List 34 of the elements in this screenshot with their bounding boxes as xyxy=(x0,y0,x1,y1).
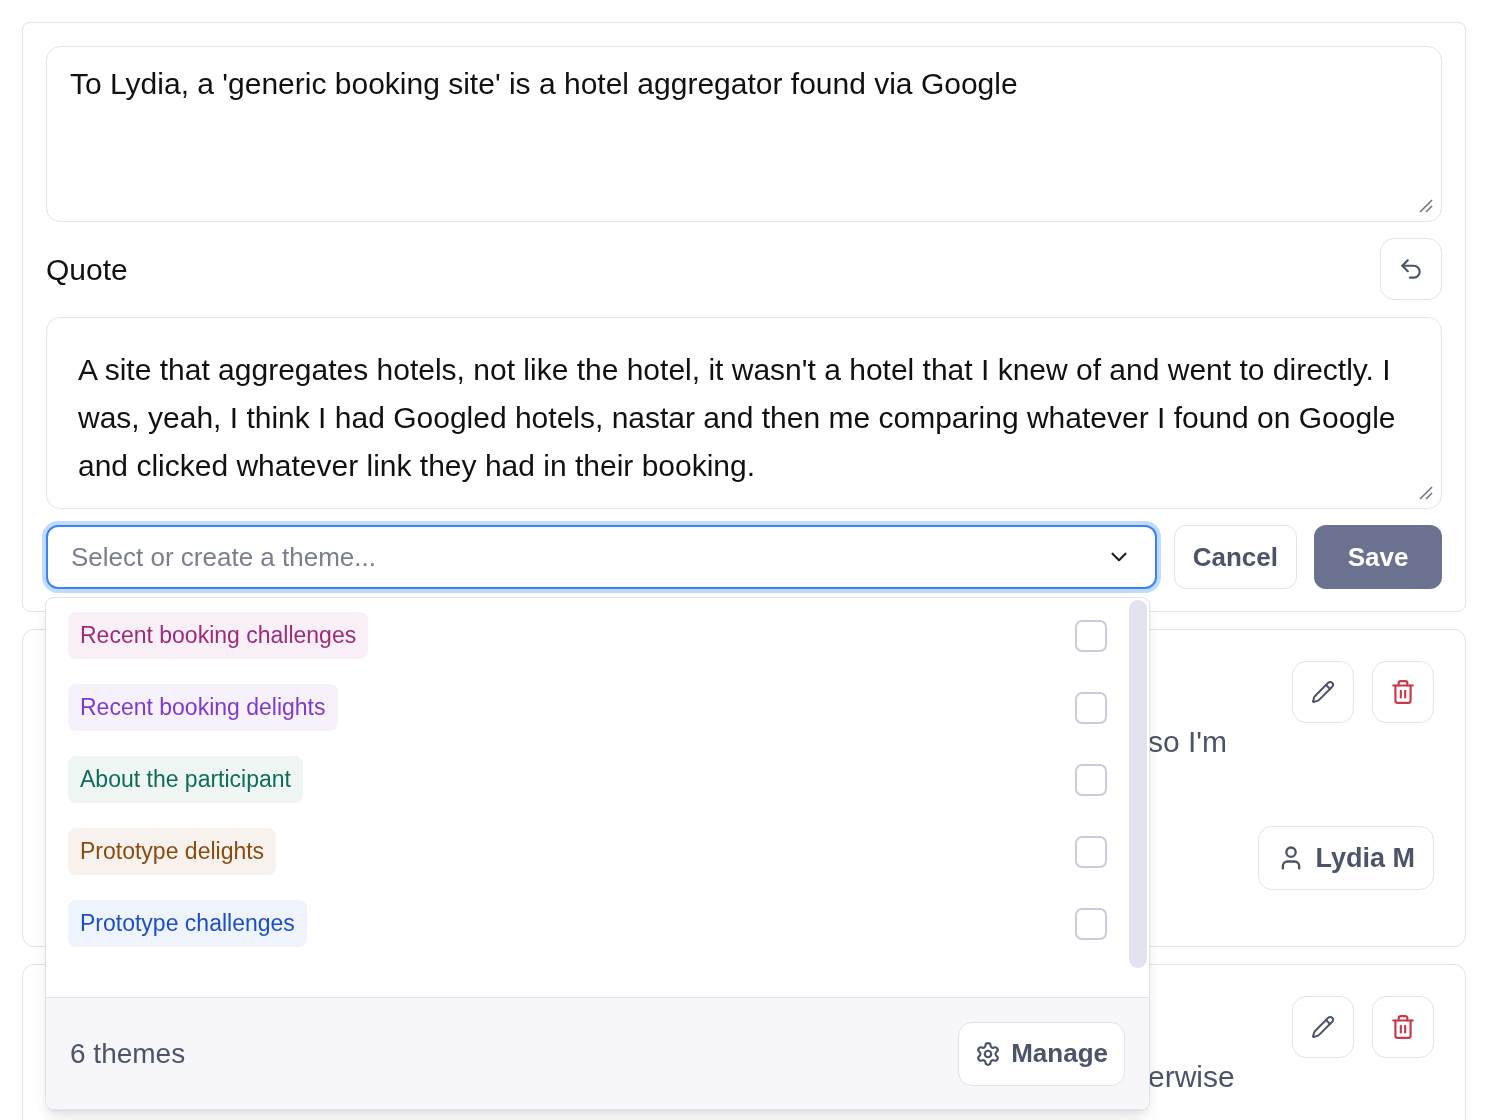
theme-tag[interactable]: About the participant xyxy=(68,756,303,803)
quote-field[interactable]: A site that aggregates hotels, not like the hotel, it wasn't a hotel that I knew of and went to directly. I was, yeah, I think I had Googled hotels, nastar and then me comparing whatever I found on Google and clicked whatever link they had in their booking. xyxy=(46,317,1442,509)
theme-tag[interactable]: Recent booking delights xyxy=(68,684,338,731)
participant-button[interactable]: Lydia M xyxy=(1258,826,1434,890)
theme-checkbox[interactable] xyxy=(1075,908,1107,940)
trash-icon xyxy=(1390,679,1416,705)
edit-button[interactable] xyxy=(1292,661,1354,723)
edit-icon xyxy=(1311,1015,1335,1039)
theme-tag[interactable]: Recent booking challenges xyxy=(68,612,369,659)
theme-checkbox[interactable] xyxy=(1075,764,1107,796)
trash-icon xyxy=(1390,1014,1416,1040)
settings-icon xyxy=(975,1040,1002,1067)
scrollbar-thumb[interactable] xyxy=(1129,600,1147,968)
theme-tag[interactable]: Prototype challenges xyxy=(68,900,307,947)
theme-checkbox[interactable] xyxy=(1075,620,1107,652)
edit-button[interactable] xyxy=(1292,996,1354,1058)
undo-icon xyxy=(1398,256,1424,282)
theme-count: 6 themes xyxy=(70,1036,186,1071)
quote-label: Quote xyxy=(46,251,128,288)
note-field[interactable]: To Lydia, a 'generic booking site' is a hotel aggregator found via Google xyxy=(46,46,1442,222)
resize-handle-icon[interactable] xyxy=(1417,197,1433,213)
manage-button[interactable]: Manage xyxy=(958,1021,1125,1086)
quote-text: erwise xyxy=(1148,1059,1236,1095)
undo-button[interactable] xyxy=(1380,238,1442,300)
theme-tag[interactable]: Prototype delights xyxy=(68,828,277,875)
edit-icon xyxy=(1311,680,1335,704)
cancel-button[interactable]: Cancel xyxy=(1173,525,1297,589)
theme-checkbox[interactable] xyxy=(1075,836,1107,868)
quote-text: so I'm xyxy=(1148,724,1229,760)
delete-button[interactable] xyxy=(1372,661,1434,723)
theme-checkbox[interactable] xyxy=(1075,692,1107,724)
delete-button[interactable] xyxy=(1372,996,1434,1058)
save-button[interactable]: Save xyxy=(1314,525,1442,589)
resize-handle-icon[interactable] xyxy=(1417,484,1433,500)
